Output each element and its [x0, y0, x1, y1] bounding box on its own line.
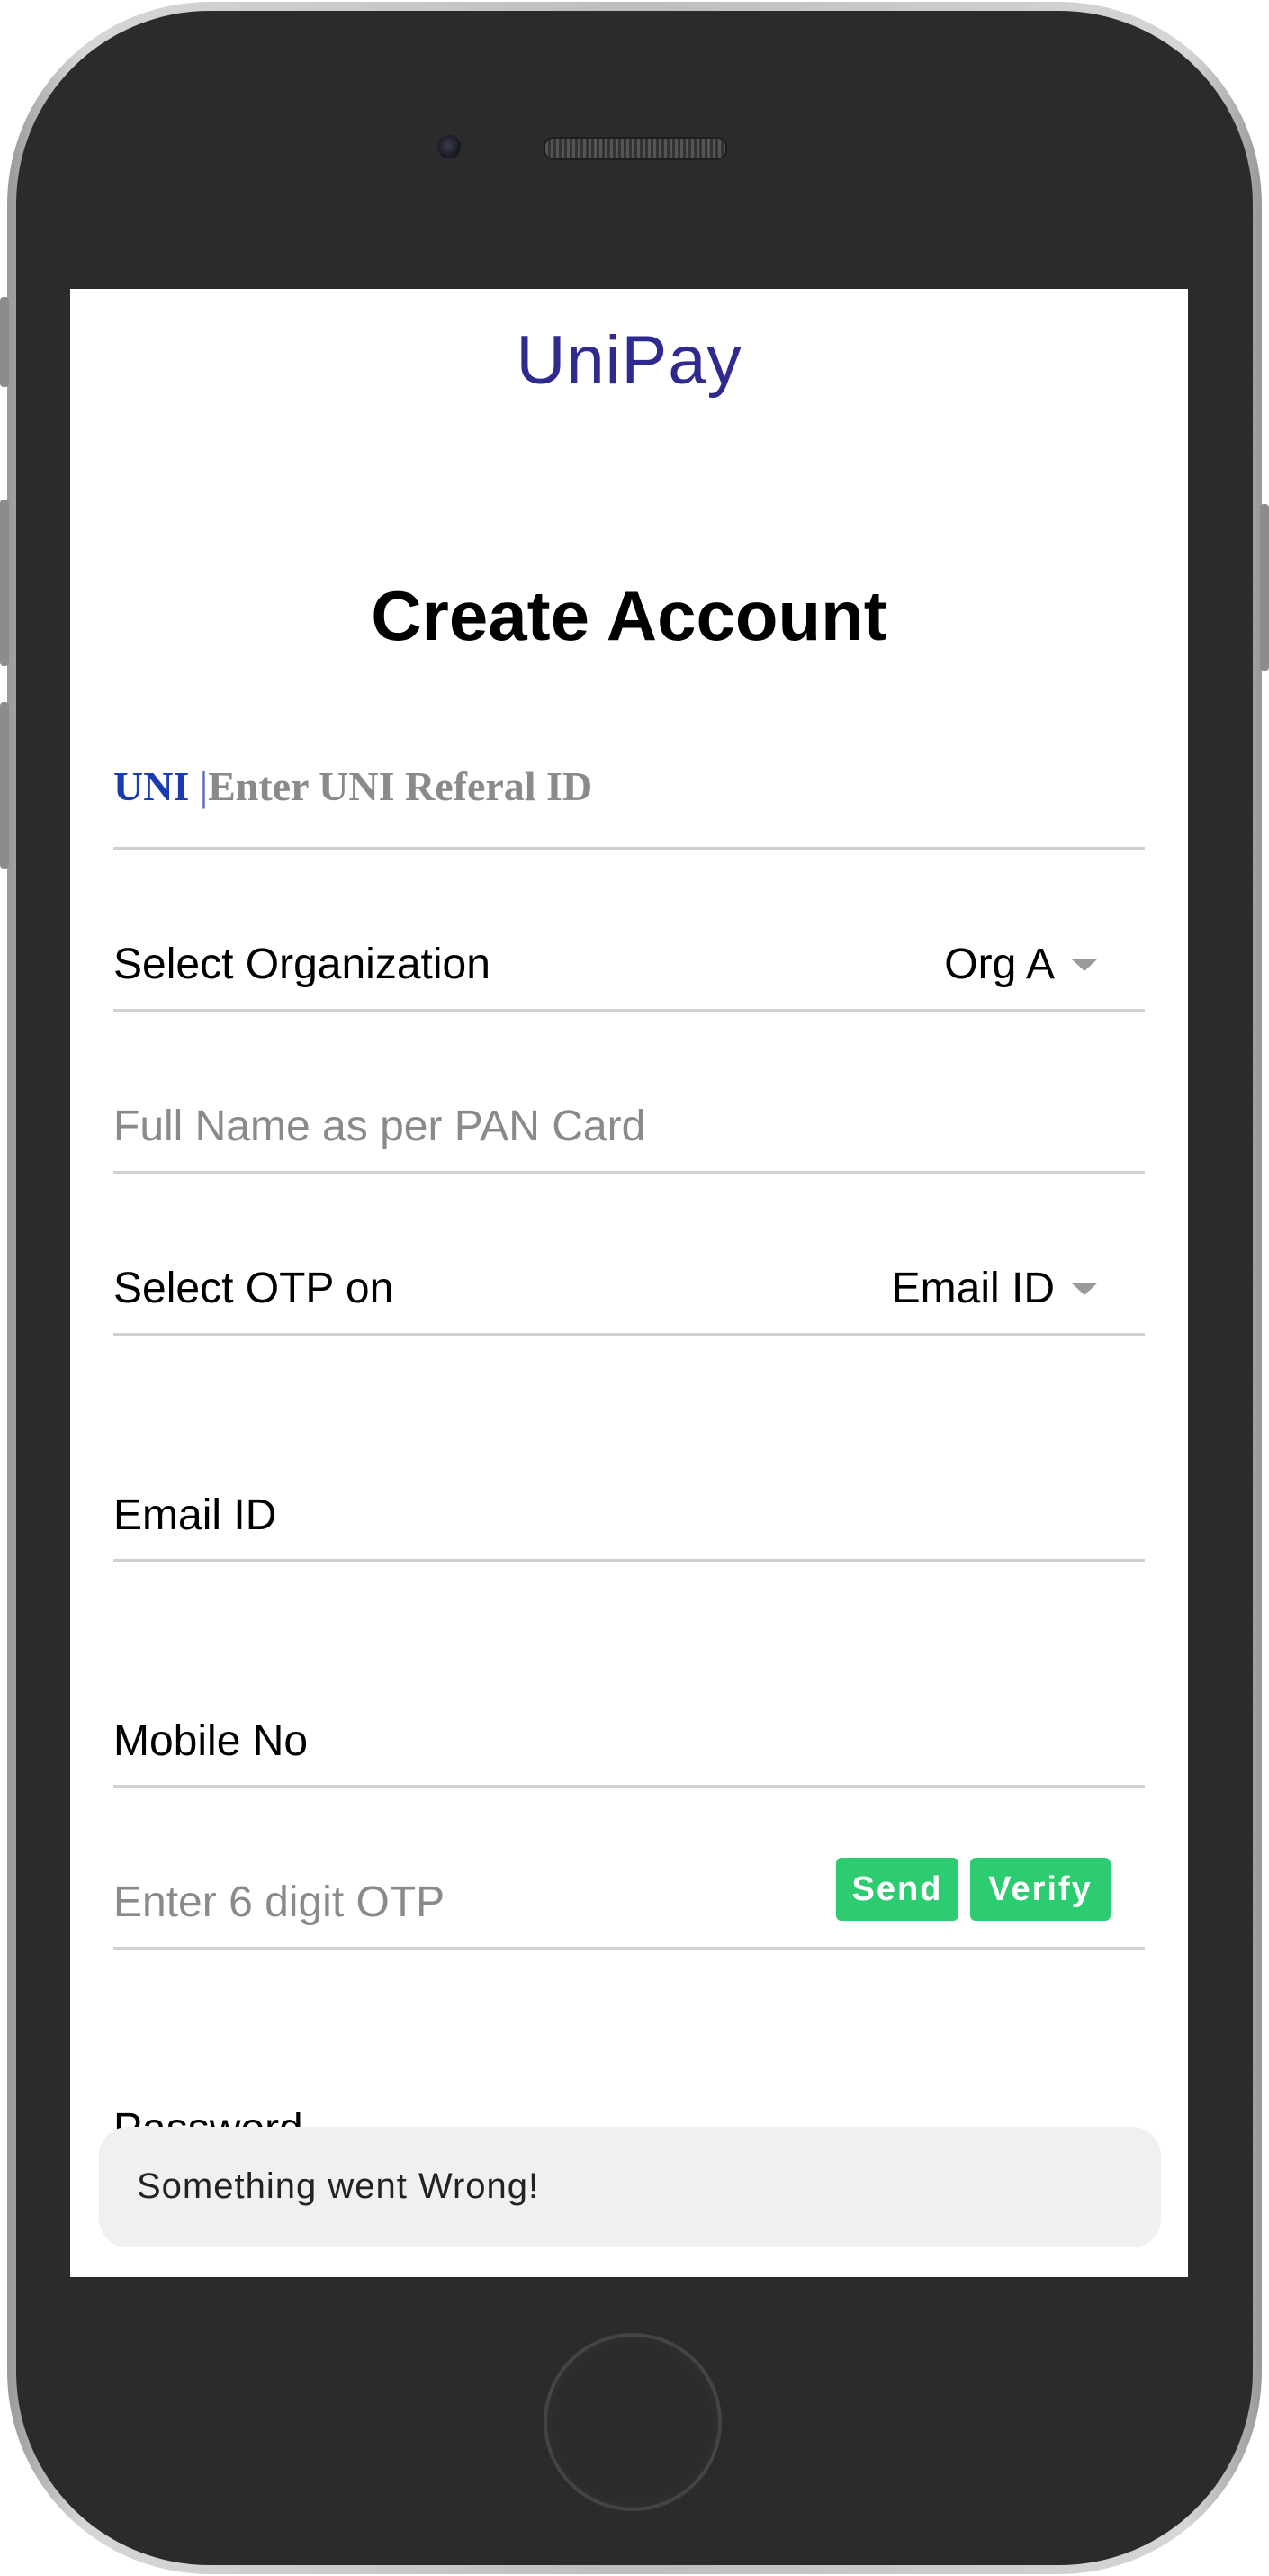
organization-value: Org A: [944, 941, 1055, 988]
front-camera: [437, 135, 461, 158]
referral-placeholder: Enter UNI Referal ID: [208, 763, 593, 809]
volume-up-button: [0, 500, 9, 666]
mute-switch: [0, 297, 9, 387]
earpiece-speaker: [544, 137, 727, 160]
caret-down-icon: [1071, 958, 1098, 971]
otp-field[interactable]: Enter 6 digit OTP Send Verify: [113, 1785, 1145, 1950]
app-screen: UniPay Create Account UNI |Enter UNI Ref…: [70, 289, 1188, 2277]
referral-id-field[interactable]: UNI |Enter UNI Referal ID: [113, 730, 1145, 850]
email-input[interactable]: Email ID: [113, 1491, 276, 1540]
full-name-input[interactable]: Full Name as per PAN Card: [113, 1102, 645, 1151]
referral-separator: |: [199, 763, 209, 809]
otp-input[interactable]: Enter 6 digit OTP: [113, 1878, 445, 1927]
mobile-input[interactable]: Mobile No: [113, 1716, 308, 1766]
organization-select[interactable]: Org A: [944, 940, 1098, 989]
full-name-field[interactable]: Full Name as per PAN Card: [113, 1009, 1145, 1174]
app-brand: UniPay: [516, 322, 742, 399]
referral-input[interactable]: UNI |Enter UNI Referal ID: [113, 762, 592, 810]
organization-label: Select Organization: [113, 941, 490, 988]
email-field[interactable]: Email ID: [113, 1333, 1145, 1562]
error-toast: Something went Wrong!: [99, 2127, 1161, 2247]
organization-select-row[interactable]: Select Organization Org A: [113, 847, 1145, 1012]
toast-message: Something went Wrong!: [137, 2166, 540, 2206]
otp-method-label: Select OTP on: [113, 1265, 394, 1312]
verify-otp-button[interactable]: Verify: [970, 1858, 1111, 1921]
otp-method-select-row[interactable]: Select OTP on Email ID: [113, 1171, 1145, 1336]
mobile-field[interactable]: Mobile No: [113, 1559, 1145, 1788]
otp-method-select[interactable]: Email ID: [892, 1264, 1098, 1313]
page-title: Create Account: [371, 576, 887, 655]
caret-down-icon: [1071, 1282, 1098, 1295]
referral-prefix: UNI: [113, 763, 190, 809]
power-button: [1260, 504, 1269, 671]
volume-down-button: [0, 702, 9, 869]
otp-method-value: Email ID: [891, 1265, 1055, 1312]
home-button[interactable]: [544, 2333, 722, 2511]
send-otp-button[interactable]: Send: [836, 1858, 958, 1921]
